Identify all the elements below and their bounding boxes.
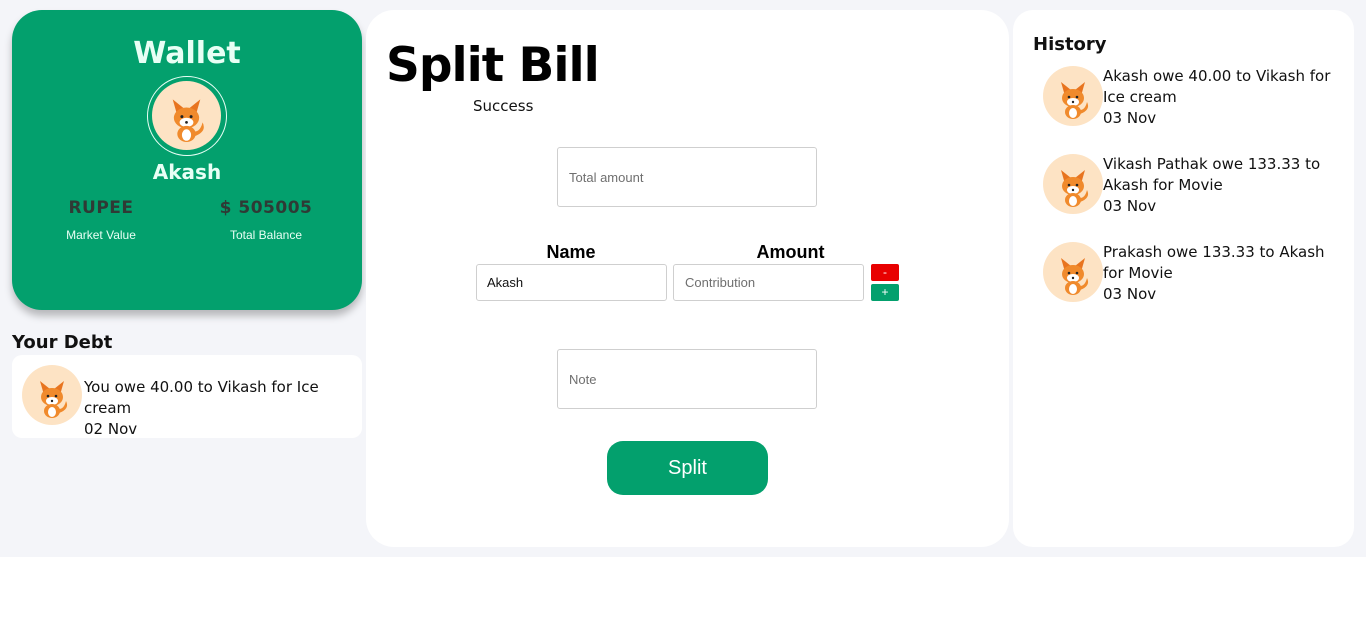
name-column-header: Name xyxy=(546,242,596,262)
history-panel: History Akash owe 40.00 to Vikash for Ic… xyxy=(1013,10,1354,547)
user-name: Akash xyxy=(152,160,222,184)
fox-avatar-icon xyxy=(152,81,221,150)
debt-item[interactable]: You owe 40.00 to Vikash for Ice cream 02… xyxy=(12,355,362,438)
split-bill-panel: Split Bill Success Name Amount - + Split xyxy=(366,10,1009,547)
amount-column-header: Amount xyxy=(756,242,825,262)
history-date: 03 Nov xyxy=(1103,285,1157,303)
debt-date: 02 Nov xyxy=(84,420,138,438)
history-item-text: Vikash Pathak owe 133.33 to Akash for Mo… xyxy=(1103,154,1333,217)
total-balance-label: Total Balance xyxy=(229,228,303,242)
history-description: Akash owe 40.00 to Vikash for Ice cream xyxy=(1103,67,1331,106)
contribution-input[interactable] xyxy=(673,264,864,301)
page-title: Split Bill xyxy=(386,38,600,93)
total-balance-stat: $ 505005 Total Balance xyxy=(191,198,341,242)
history-item-text: Prakash owe 133.33 to Akash for Movie 03… xyxy=(1103,242,1333,305)
total-balance: $ 505005 xyxy=(219,198,313,218)
history-item[interactable]: Akash owe 40.00 to Vikash for Ice cream … xyxy=(1043,66,1343,132)
market-value-label: Market Value xyxy=(66,228,136,242)
fox-avatar-icon xyxy=(1043,154,1103,214)
remove-participant-button[interactable]: - xyxy=(871,264,899,281)
status-message: Success xyxy=(473,97,534,115)
debt-title: Your Debt xyxy=(12,332,113,353)
history-date: 03 Nov xyxy=(1103,109,1157,127)
history-description: Vikash Pathak owe 133.33 to Akash for Mo… xyxy=(1103,155,1321,194)
history-item-text: Akash owe 40.00 to Vikash for Ice cream … xyxy=(1103,66,1333,129)
history-date: 03 Nov xyxy=(1103,197,1157,215)
debt-description: You owe 40.00 to Vikash for Ice cream xyxy=(84,378,319,417)
history-item[interactable]: Vikash Pathak owe 133.33 to Akash for Mo… xyxy=(1043,154,1343,220)
debt-item-text: You owe 40.00 to Vikash for Ice cream 02… xyxy=(84,377,362,440)
avatar[interactable] xyxy=(147,76,227,156)
split-button[interactable]: Split xyxy=(607,441,768,495)
fox-avatar-icon xyxy=(22,365,82,425)
note-input[interactable] xyxy=(557,349,817,409)
fox-avatar-icon xyxy=(1043,66,1103,126)
total-amount-input[interactable] xyxy=(557,147,817,207)
add-participant-button[interactable]: + xyxy=(871,284,899,301)
history-description: Prakash owe 133.33 to Akash for Movie xyxy=(1103,243,1325,282)
history-item[interactable]: Prakash owe 133.33 to Akash for Movie 03… xyxy=(1043,242,1343,308)
fox-avatar-icon xyxy=(1043,242,1103,302)
wallet-title: Wallet xyxy=(133,36,241,71)
market-value: RUPEE xyxy=(68,198,134,218)
history-title: History xyxy=(1033,34,1107,55)
wallet-card: Wallet Akash RUPEE Market Value $ 505005… xyxy=(12,10,362,310)
market-value-stat: RUPEE Market Value xyxy=(26,198,176,242)
participant-name-input[interactable] xyxy=(476,264,667,301)
